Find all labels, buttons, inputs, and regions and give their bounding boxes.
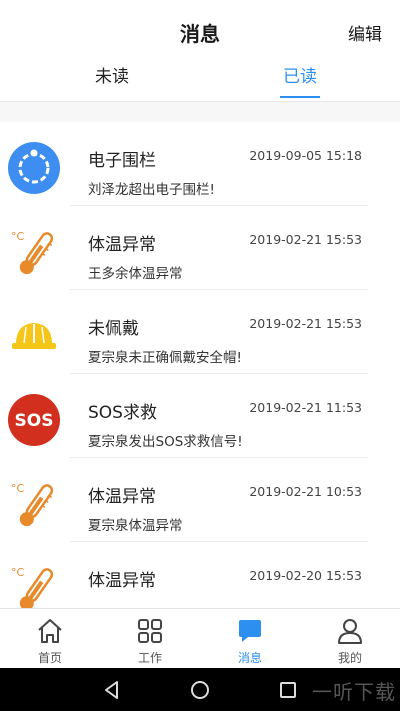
message-title: 电子围栏 [88, 151, 156, 171]
tab-unread[interactable]: 未读 [82, 64, 142, 94]
message-item[interactable]: °C 体温异常 2019-02-21 10:53 夏宗泉体温异常 [0, 458, 400, 542]
message-item[interactable]: 电子围栏 2019-09-05 15:18 刘泽龙超出电子围栏! [0, 122, 400, 206]
nav-home-label: 首页 [37, 651, 62, 665]
nav-messages[interactable]: 消息 [200, 609, 300, 669]
nav-work-label: 工作 [137, 651, 162, 665]
nav-profile[interactable]: 我的 [300, 609, 400, 669]
home-icon [36, 617, 64, 645]
tab-active-indicator [280, 96, 320, 98]
message-item[interactable]: 未佩戴 2019-02-21 15:53 夏宗泉未正确佩戴安全帽! [0, 290, 400, 374]
svg-text:°C: °C [11, 230, 25, 243]
user-icon [336, 617, 364, 645]
nav-home[interactable]: 首页 [0, 609, 100, 669]
svg-text:°C: °C [11, 566, 25, 579]
message-title: 体温异常 [88, 571, 156, 591]
message-desc: 夏宗泉未正确佩戴安全帽! [88, 350, 242, 366]
thermometer-icon: °C [8, 478, 60, 530]
message-time: 2019-02-21 15:53 [249, 316, 362, 331]
message-desc: 刘泽龙超出电子围栏! [88, 182, 215, 198]
app-header: 消息 编辑 [0, 0, 400, 62]
sos-icon: SOS [8, 394, 60, 446]
tab-read[interactable]: 已读 [270, 64, 330, 98]
message-desc: 王多余体温异常 [88, 266, 183, 282]
message-list[interactable]: 电子围栏 2019-09-05 15:18 刘泽龙超出电子围栏! °C 体温异常… [0, 122, 400, 608]
message-time: 2019-02-20 15:53 [249, 568, 362, 583]
thermometer-icon: °C [8, 226, 60, 278]
sos-icon-text: SOS [15, 411, 54, 431]
message-icon [236, 617, 264, 645]
message-time: 2019-02-21 15:53 [249, 232, 362, 247]
tab-unread-label: 未读 [95, 67, 129, 87]
system-nav-bar: 一听下载 [0, 668, 400, 711]
nav-profile-label: 我的 [337, 651, 362, 665]
back-icon[interactable] [100, 678, 124, 702]
message-item[interactable]: °C 体温异常 2019-02-20 15:53 [0, 542, 400, 608]
message-tabs: 未读 已读 [0, 62, 400, 102]
recents-icon[interactable] [276, 678, 300, 702]
hardhat-icon [8, 310, 60, 362]
nav-messages-label: 消息 [237, 651, 262, 665]
edit-button[interactable]: 编辑 [348, 20, 382, 45]
geofence-icon [8, 142, 60, 194]
bottom-nav: 首页 工作 消息 我的 [0, 608, 400, 668]
thermometer-icon: °C [8, 562, 60, 608]
message-desc: 夏宗泉发出SOS求救信号! [88, 434, 243, 450]
message-time: 2019-02-21 10:53 [249, 484, 362, 499]
home-circle-icon[interactable] [188, 678, 212, 702]
message-item[interactable]: SOS SOS求救 2019-02-21 11:53 夏宗泉发出SOS求救信号! [0, 374, 400, 458]
page-title: 消息 [180, 22, 220, 46]
message-title: 体温异常 [88, 235, 156, 255]
tab-read-label: 已读 [283, 67, 317, 87]
message-title: 体温异常 [88, 487, 156, 507]
grid-icon [136, 617, 164, 645]
watermark-text: 一听下载 [312, 680, 396, 704]
message-time: 2019-02-21 11:53 [249, 400, 362, 415]
message-item[interactable]: °C 体温异常 2019-02-21 15:53 王多余体温异常 [0, 206, 400, 290]
message-title: 未佩戴 [88, 319, 139, 339]
svg-text:°C: °C [11, 482, 25, 495]
message-time: 2019-09-05 15:18 [249, 148, 362, 163]
nav-work[interactable]: 工作 [100, 609, 200, 669]
section-gap [0, 102, 400, 122]
message-title: SOS求救 [88, 403, 157, 423]
message-desc: 夏宗泉体温异常 [88, 518, 183, 534]
